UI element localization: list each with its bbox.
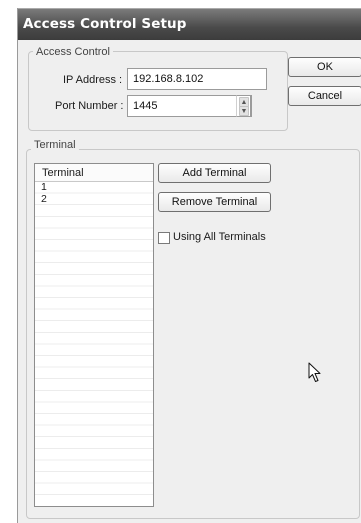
- terminal-list-rows: 1 2: [35, 182, 153, 506]
- ip-address-field[interactable]: 192.168.8.102: [127, 68, 267, 90]
- using-all-terminals-label[interactable]: Using All Terminals: [173, 231, 266, 243]
- ok-button[interactable]: OK: [288, 57, 361, 77]
- title-bar[interactable]: Access Control Setup: [18, 8, 361, 40]
- port-number-value: 1445: [133, 100, 158, 112]
- remove-terminal-button[interactable]: Remove Terminal: [158, 192, 271, 212]
- using-all-terminals-checkbox[interactable]: [158, 232, 170, 244]
- window-title: Access Control Setup: [23, 16, 187, 32]
- cancel-button[interactable]: Cancel: [288, 86, 361, 106]
- mouse-pointer-icon: [308, 362, 321, 382]
- add-terminal-button[interactable]: Add Terminal: [158, 163, 271, 183]
- access-control-setup-dialog: Access Control Setup Access Control IP A…: [17, 8, 361, 523]
- ip-address-label: IP Address :: [63, 74, 123, 86]
- list-item[interactable]: 1: [35, 182, 153, 194]
- port-number-label: Port Number :: [55, 100, 124, 112]
- terminal-list[interactable]: Terminal 1 2: [34, 163, 154, 507]
- list-item[interactable]: 2: [35, 193, 153, 206]
- port-number-stepper[interactable]: ▲ ▼: [236, 95, 251, 117]
- terminal-list-header[interactable]: Terminal: [35, 164, 153, 182]
- port-number-field[interactable]: 1445: [127, 95, 252, 117]
- terminal-legend: Terminal: [31, 139, 79, 151]
- spin-down-icon[interactable]: ▼: [239, 106, 249, 116]
- access-control-legend: Access Control: [33, 46, 113, 58]
- access-control-group: [28, 51, 288, 131]
